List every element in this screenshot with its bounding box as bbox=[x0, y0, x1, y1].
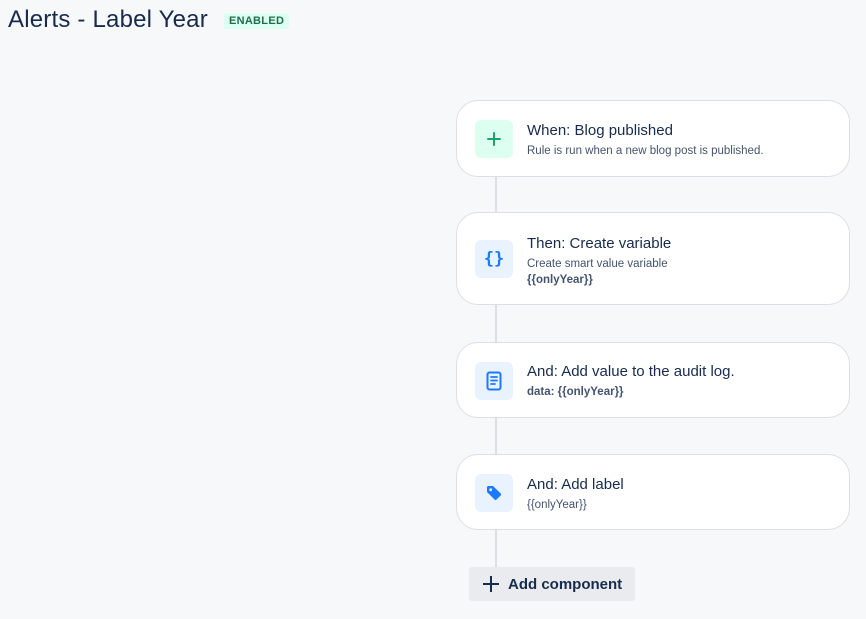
tag-icon bbox=[475, 474, 513, 512]
component-title: When: Blog published bbox=[527, 122, 673, 139]
add-component-label: Add component bbox=[508, 575, 623, 593]
document-icon bbox=[475, 362, 513, 400]
flow-connector bbox=[495, 305, 497, 342]
add-component-button[interactable]: Add component bbox=[469, 567, 635, 601]
flow-connector bbox=[495, 418, 497, 454]
component-subtitle: Rule is run when a new blog post is publ… bbox=[527, 145, 764, 157]
page-title: Alerts - Label Year bbox=[8, 6, 208, 33]
flow-connector bbox=[495, 530, 497, 567]
trigger-card-blog-published[interactable]: When: Blog published Rule is run when a … bbox=[456, 100, 850, 177]
component-detail: data: {{onlyYear}} bbox=[527, 386, 624, 398]
component-title: And: Add value to the audit log. bbox=[527, 363, 735, 380]
plus-icon bbox=[481, 574, 501, 594]
flow-connector bbox=[495, 177, 497, 212]
action-card-create-variable[interactable]: {} Then: Create variable Create smart va… bbox=[456, 212, 850, 305]
status-badge: ENABLED bbox=[223, 13, 290, 29]
component-detail: {{onlyYear}} bbox=[527, 274, 593, 286]
curly-braces-icon: {} bbox=[475, 240, 513, 278]
plus-icon bbox=[475, 120, 513, 158]
action-card-add-label[interactable]: And: Add label {{onlyYear}} bbox=[456, 454, 850, 530]
component-subtitle: Create smart value variable bbox=[527, 258, 668, 270]
rule-header: Alerts - Label Year ENABLED bbox=[8, 6, 290, 34]
component-title: Then: Create variable bbox=[527, 235, 672, 252]
action-card-audit-log[interactable]: And: Add value to the audit log. data: {… bbox=[456, 342, 850, 418]
component-subtitle: {{onlyYear}} bbox=[527, 499, 587, 511]
component-title: And: Add label bbox=[527, 476, 624, 493]
